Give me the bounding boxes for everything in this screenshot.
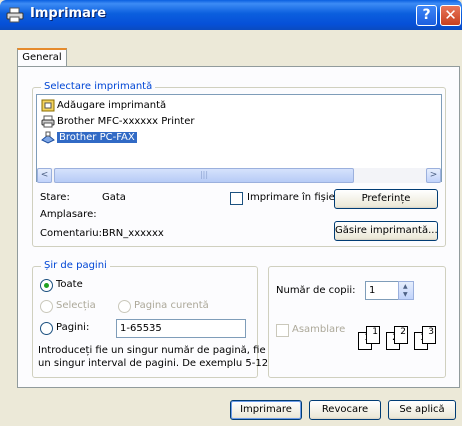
cancel-button[interactable]: Revocare [309, 400, 381, 420]
spin-down-icon: ▼ [403, 291, 408, 298]
current-page-radio [118, 300, 131, 313]
pages-input[interactable]: 1-65535 [116, 319, 246, 338]
close-button[interactable]: ✕ [440, 5, 461, 26]
status-value: Gata [102, 192, 126, 203]
print-to-file-label[interactable]: Imprimare în fișier [247, 192, 339, 203]
copies-spinner[interactable]: ▲ ▼ [398, 281, 414, 300]
collate-checkbox [276, 324, 289, 337]
horizontal-scrollbar[interactable]: < ||| > [37, 168, 441, 183]
close-icon: ✕ [444, 6, 457, 24]
all-pages-label[interactable]: Toate [56, 279, 83, 290]
page-range-help-line1: Introduceți fie un singur număr de pagin… [38, 345, 266, 356]
pages-label[interactable]: Pagini: [56, 322, 89, 333]
comment-label: Comentariu: [40, 228, 102, 239]
printer-icon [6, 7, 24, 23]
arrow-right-icon: > [429, 170, 438, 180]
copies-label: Număr de copii: [276, 285, 356, 296]
preferences-button[interactable]: Preferințe [334, 189, 438, 209]
page-range-legend: Șir de pagini [41, 260, 110, 271]
selection-radio [40, 300, 53, 313]
tab-general[interactable]: General [17, 48, 67, 67]
collate-page-icon: 2 [394, 326, 408, 344]
list-item[interactable]: Brother PC-FAX [41, 130, 137, 145]
scroll-thumb[interactable]: ||| [54, 168, 354, 183]
spin-up-icon: ▲ [403, 283, 408, 290]
all-pages-radio[interactable] [40, 279, 53, 292]
fax-icon [41, 131, 55, 144]
window-title: Imprimare [30, 6, 107, 21]
printer-icon [41, 115, 55, 128]
location-label: Amplasare: [40, 209, 97, 220]
print-button[interactable]: Imprimare [230, 400, 302, 420]
status-label: Stare: [40, 192, 70, 203]
print-dialog: Imprimare ? ✕ General Selectare impriman… [0, 0, 462, 426]
scroll-left-button[interactable]: < [37, 168, 52, 183]
add-printer-icon [41, 99, 55, 112]
collate-label: Asamblare [292, 324, 346, 335]
title-bar: Imprimare ? ✕ [0, 0, 462, 30]
collate-page-icon: 1 [366, 326, 380, 344]
radio-selected-dot [44, 283, 49, 288]
current-page-label: Pagina curentă [134, 300, 209, 311]
help-icon: ? [422, 7, 431, 23]
print-to-file-checkbox[interactable] [230, 192, 243, 205]
pages-radio[interactable] [40, 322, 53, 335]
tab-strip: General [0, 30, 462, 70]
apply-button[interactable]: Se aplică [388, 400, 456, 420]
page-range-help-line2: un singur interval de pagini. De exemplu… [38, 358, 269, 369]
copies-input[interactable]: 1 [365, 281, 399, 300]
list-item[interactable]: Adăugare imprimantă [41, 98, 166, 113]
comment-value: BRN_xxxxxx [102, 228, 164, 239]
selection-label: Selecția [56, 300, 96, 311]
help-button[interactable]: ? [416, 5, 437, 26]
select-printer-legend: Selectare imprimantă [41, 81, 156, 92]
printer-list[interactable]: Adăugare imprimantă Brother MFC-xxxxxx P… [36, 94, 442, 183]
grip-icon: ||| [199, 170, 209, 179]
arrow-left-icon: < [40, 170, 49, 180]
find-printer-button[interactable]: Găsire imprimantă... [334, 221, 438, 241]
copies-group [268, 266, 446, 378]
list-item[interactable]: Brother MFC-xxxxxx Printer [41, 114, 195, 129]
collate-page-icon: 3 [422, 326, 436, 344]
scroll-right-button[interactable]: > [426, 168, 441, 183]
